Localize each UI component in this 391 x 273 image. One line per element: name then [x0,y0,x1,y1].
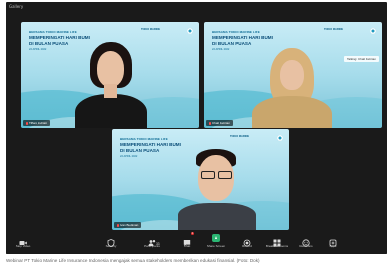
shield-icon [107,234,115,248]
banner-title-line-2: DI BULAN PUASA [120,148,160,154]
sponsor-logo [187,28,193,34]
sponsor-logo [277,135,283,141]
record-button[interactable]: Record [234,234,260,248]
participant-name-tag: Tiffani Indriati [23,120,50,126]
photo-caption: Webinar PT Tokio Marine Life Insurance I… [6,258,260,263]
reactions-icon [302,234,310,247]
tokio-marine-logo-icon [187,28,193,34]
chat-icon: 1 [183,232,194,246]
banner-pre-title: BERSAMA TOKIO MARINE LIFE [29,30,77,34]
participants-button[interactable]: 33 Participants [139,234,165,248]
banner-date: 22 APRIL 2022 [212,47,230,51]
banner-date: 22 APRIL 2022 [120,154,138,158]
chat-button[interactable]: 1 Chat [174,232,200,248]
zoom-meeting-window: Gallery TOKIO MARINE BERSAMA TOKIO MARIN… [6,2,387,254]
participant-name-tag: Ivan Budiman [114,222,142,228]
video-tile-1[interactable]: TOKIO MARINE BERSAMA TOKIO MARINE LIFE M… [21,22,199,128]
banner-pre-title: BERSAMA TOKIO MARINE LIFE [120,137,168,141]
banner-title-line-2: DI BULAN PUASA [212,41,252,47]
muted-mic-icon [26,121,28,125]
sponsor-logo-text: TOKIO MARINE [230,135,250,138]
event-banner: BERSAMA TOKIO MARINE LIFE MEMPERINGATI H… [29,30,90,51]
chat-unread-badge: 1 [190,232,194,235]
event-banner: BERSAMA TOKIO MARINE LIFE MEMPERINGATI H… [212,30,273,51]
reactions-button[interactable]: Reactions [293,234,319,248]
share-screen-icon [212,234,220,242]
apps-button[interactable]: Apps [320,234,346,248]
share-screen-button[interactable]: Share Screen [203,234,229,248]
meeting-controls-toolbar: Stop Video Security 33 Participants 1 Ch… [6,232,387,254]
muted-mic-icon [117,223,119,227]
gallery-view-label[interactable]: Gallery [9,4,23,9]
video-tile-2[interactable]: TOKIO MARINE BERSAMA TOKIO MARINE LIFE M… [204,22,382,128]
banner-title-line-1: MEMPERINGATI HARI BUMI [29,35,90,40]
record-icon [243,234,251,247]
tokio-marine-logo-icon [277,135,283,141]
banner-date: 22 APRIL 2022 [29,47,47,51]
active-speaker-tag: Talking: Chatl Febrian [343,56,379,62]
participant-name-tag: Chatl Febrian [206,120,234,126]
meeting-top-bar: Gallery [6,2,387,16]
apps-icon [329,234,337,247]
sponsor-logo-text: TOKIO MARINE [141,28,161,31]
banner-title-line-1: MEMPERINGATI HARI BUMI [120,142,181,147]
video-camera-icon [19,234,27,245]
banner-title-line-1: MEMPERINGATI HARI BUMI [212,35,273,40]
stop-video-button[interactable]: Stop Video [10,234,36,248]
svg-text:33: 33 [156,242,160,246]
muted-mic-icon [209,121,211,125]
participants-icon: 33 [148,234,160,246]
security-button[interactable]: Security [98,234,124,248]
event-banner: BERSAMA TOKIO MARINE LIFE MEMPERINGATI H… [120,137,181,158]
video-tile-3[interactable]: TOKIO MARINE BERSAMA TOKIO MARINE LIFE M… [112,129,289,230]
sponsor-logo-text: TOKIO MARINE [324,28,344,31]
banner-pre-title: BERSAMA TOKIO MARINE LIFE [212,30,260,34]
breakout-rooms-button[interactable]: Breakout Rooms [264,234,290,248]
breakout-rooms-icon [273,234,281,247]
sponsor-logo [370,28,376,34]
tokio-marine-logo-icon [370,28,376,34]
banner-title-line-2: DI BULAN PUASA [29,41,69,47]
